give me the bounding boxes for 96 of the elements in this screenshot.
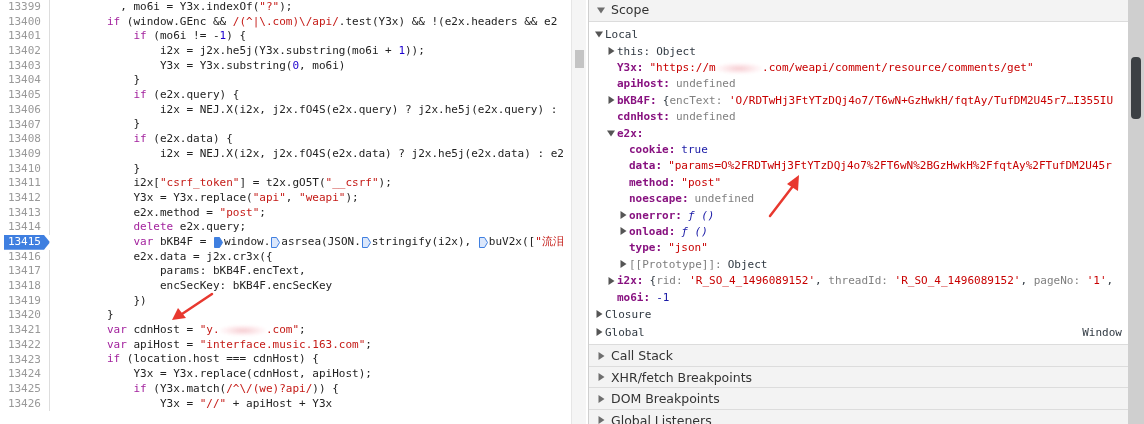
property-value: undefined (694, 192, 755, 206)
triangle-right-icon[interactable] (595, 328, 603, 337)
triangle-right-icon[interactable] (597, 416, 605, 424)
code-line: if (location.host === cdnHost) { (106, 352, 319, 368)
property-value: -1 (656, 290, 670, 304)
code-line: if (e2x.data) { (133, 132, 233, 147)
code-line: delete e2x.query; (133, 220, 247, 236)
property-name: this: (617, 44, 651, 58)
property-name: i2x: (617, 274, 644, 288)
property-name: mo6i: (617, 290, 651, 304)
breakpoint-marker-icon[interactable] (478, 236, 488, 248)
section-title: DOM Breakpoints (611, 391, 720, 406)
property-name: cdnHost: (617, 110, 670, 124)
property-name: onerror: (629, 208, 682, 222)
code-line: params: bKB4F.encText, (159, 264, 306, 280)
breakpoint-marker-icon[interactable] (271, 236, 281, 248)
property-name: type: (629, 241, 663, 255)
scrollbar-thumb[interactable] (1131, 57, 1141, 119)
triangle-right-icon[interactable] (597, 394, 605, 403)
code-line: i2x = j2x.he5j(Y3x.substring(mo6i + 1)); (159, 44, 425, 59)
property-name: Y3x: (617, 61, 644, 75)
property-value: ƒ () (688, 208, 715, 222)
property-name: data: (629, 159, 663, 173)
property-value: {encText: 'O/RDTwHj3FtYTzDQj4o7/T6wN+GzHwkH/fqtAy/TufDM2U45r7…I355IU (662, 93, 1114, 107)
property-name: [[Prototype]]: (629, 257, 722, 271)
triangle-right-icon[interactable] (607, 96, 615, 105)
code-line: }) (133, 293, 147, 309)
code-line: if (mo6i != -1) { (133, 29, 247, 45)
breakpoint-marker-icon[interactable] (361, 236, 371, 248)
property-name: e2x: (617, 126, 644, 140)
triangle-right-icon[interactable] (619, 211, 627, 220)
triangle-down-icon[interactable] (597, 5, 605, 14)
property-value: "json" (668, 241, 708, 255)
code-line: } (133, 161, 141, 177)
code-line: e2x.method = "post"; (133, 205, 266, 221)
section-title: Call Stack (611, 348, 673, 363)
breakpoint-marker-icon[interactable] (213, 236, 223, 248)
code-line: } (106, 308, 114, 324)
property-value: true (681, 143, 708, 157)
scope-name: Global (605, 325, 645, 339)
section-header[interactable]: Call Stack (589, 344, 1128, 367)
property-name: apiHost: (617, 77, 670, 91)
code-text: buV2x(["流泪 (488, 234, 564, 250)
property-name: cookie: (629, 143, 676, 157)
code-text: asrsea(JSON. (281, 234, 361, 250)
code-line: if (window.GEnc && /(^|\.com)\/api/.test(Y3x) && !(e2x.headers && e2 (106, 14, 558, 30)
property-value: "post" (681, 175, 722, 189)
property-value: Object (656, 44, 696, 58)
property-value: undefined (676, 77, 736, 91)
code-text: var bKB4F = (133, 234, 208, 250)
code-line: i2x = NEJ.X(i2x, j2x.fO4S(e2x.query) ? j2x.he5j(e2x.query) : (159, 102, 558, 118)
code-line: i2x["csrf_token"] = t2x.gO5T("__csrf"); (133, 176, 392, 191)
code-line: Y3x = "//" + apiHost + Y3x (159, 396, 333, 412)
property-name: noescape: (629, 192, 689, 206)
section-title: Scope (611, 2, 650, 17)
code-line: if (Y3x.match(/^\/(we)?api/)) { (133, 381, 339, 397)
triangle-right-icon[interactable] (607, 276, 615, 285)
triangle-right-icon[interactable] (619, 260, 627, 269)
code-text: window. (223, 234, 271, 250)
section-title: Global Listeners (611, 412, 712, 424)
property-value: ƒ () (681, 225, 708, 238)
code-line: var apiHost = "interface.music.163.com"; (106, 337, 372, 353)
property-value: Object (727, 257, 768, 271)
property-name: onload: (629, 225, 676, 238)
section-header[interactable]: DOM Breakpoints (589, 387, 1128, 410)
triangle-right-icon[interactable] (595, 310, 603, 319)
property-value: {rid: 'R_SO_4_1496089152', threadId: 'R_SO_4_1496089152', pageNo: '1', (649, 274, 1114, 288)
property-value: "params=O%2FRDTwHj3FtYTzDQj4o7%2FT6wN%2BGzHwkH%2FfqtAy%2FTufDM2U45r (668, 159, 1112, 173)
property-value: undefined (676, 110, 736, 124)
property-value: "https://m .com/weapi/comment/resource/comments/get" (649, 61, 1034, 75)
triangle-down-icon[interactable] (595, 30, 603, 38)
code-line: e2x.data = j2x.cr3x({ (133, 249, 273, 265)
code-line: , mo6i = Y3x.indexOf("?"); (120, 0, 293, 15)
code-line: i2x = NEJ.X(i2x, j2x.fO4S(e2x.data) ? j2x.he5j(e2x.data) : e2 (159, 146, 564, 162)
property-name: method: (629, 175, 676, 189)
code-line: var cdnHost = "y. .com"; (106, 323, 306, 338)
triangle-right-icon[interactable] (607, 47, 615, 56)
triangle-right-icon[interactable] (619, 227, 627, 236)
triangle-right-icon[interactable] (597, 373, 605, 381)
code-line: Y3x = Y3x.replace("api", "weapi"); (133, 190, 359, 206)
property-name: bKB4F: (617, 93, 657, 107)
property-value: Window (1082, 325, 1122, 339)
section-title: XHR/fetch Breakpoints (611, 369, 753, 385)
scope-name: Closure (605, 307, 652, 321)
code-line: } (133, 73, 141, 89)
scrollbar-thumb[interactable] (574, 50, 584, 68)
scope-name: Local (605, 27, 639, 41)
code-line: Y3x = Y3x.substring(0, mo6i) (159, 58, 346, 74)
code-line: } (133, 117, 141, 133)
code-line: encSecKey: bKB4F.encSecKey (159, 279, 333, 294)
section-header[interactable]: Scope (589, 0, 1128, 22)
code-text: stringify(i2x), (371, 234, 473, 250)
triangle-down-icon[interactable] (607, 129, 615, 138)
triangle-right-icon[interactable] (597, 351, 605, 360)
code-line: if (e2x.query) { (133, 88, 240, 103)
code-line: Y3x = Y3x.replace(cdnHost, apiHost); (133, 367, 372, 382)
